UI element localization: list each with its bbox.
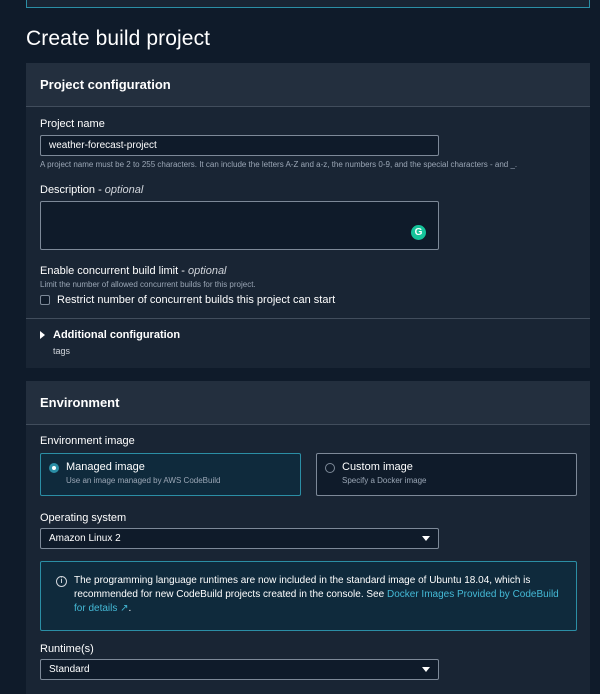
external-link-icon: ↗ [120,603,129,614]
additional-configuration-label: Additional configuration [53,329,181,341]
custom-image-description: Specify a Docker image [342,476,427,485]
operating-system-value: Amazon Linux 2 [49,533,121,544]
info-icon: i [56,576,67,587]
divider [26,318,590,319]
operating-system-label: Operating system [40,512,127,524]
caret-right-icon [40,331,45,339]
custom-image-radio[interactable] [325,463,335,473]
runtime-select[interactable]: Standard [40,659,439,680]
chevron-down-icon [422,667,430,672]
description-label: Description - optional [40,184,144,196]
managed-image-description: Use an image managed by AWS CodeBuild [66,476,221,485]
managed-image-radio[interactable] [49,463,59,473]
operating-system-select[interactable]: Amazon Linux 2 [40,528,439,549]
grammarly-icon[interactable]: G [411,225,426,240]
runtime-info-text: The programming language runtimes are no… [74,575,559,614]
project-configuration-header: Project configuration [26,63,590,107]
previous-panel-edge [26,0,590,8]
additional-configuration-toggle[interactable]: Additional configuration [40,329,180,341]
managed-image-tile[interactable]: Managed image Use an image managed by AW… [40,453,301,496]
concurrent-limit-checkbox-label: Restrict number of concurrent builds thi… [57,294,336,306]
concurrent-limit-hint: Limit the number of allowed concurrent b… [40,280,256,289]
project-name-label: Project name [40,118,105,130]
project-name-input[interactable]: weather-forecast-project [40,135,439,156]
description-optional: optional [104,184,144,196]
page-title: Create build project [26,27,211,50]
concurrent-limit-optional: optional [187,265,227,277]
runtime-label: Runtime(s) [40,643,94,655]
managed-image-title: Managed image [66,461,145,473]
custom-image-tile[interactable]: Custom image Specify a Docker image [316,453,577,496]
chevron-down-icon [422,536,430,541]
concurrent-limit-label: Enable concurrent build limit - optional [40,265,227,277]
runtime-info-alert: i The programming language runtimes are … [40,561,577,631]
project-configuration-panel: Project configuration Project name weath… [26,63,590,368]
description-textarea[interactable]: G [40,201,439,250]
concurrent-limit-checkbox[interactable] [40,295,50,305]
environment-image-label: Environment image [40,435,135,447]
additional-configuration-subtitle: tags [53,346,71,356]
concurrent-limit-checkbox-row[interactable]: Restrict number of concurrent builds thi… [40,294,335,306]
runtime-value: Standard [49,664,90,675]
environment-header: Environment [26,381,590,425]
custom-image-title: Custom image [342,461,413,473]
environment-panel: Environment Environment image Managed im… [26,381,590,694]
project-name-hint: A project name must be 2 to 255 characte… [40,160,518,169]
